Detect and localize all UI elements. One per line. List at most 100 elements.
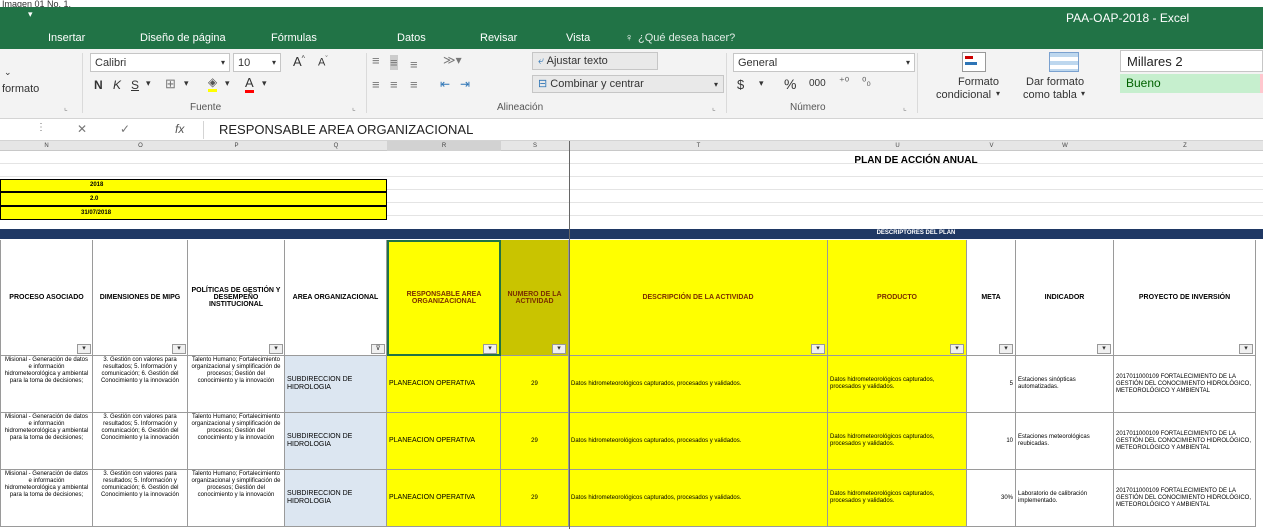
dropdown-icon[interactable]: ⌄ xyxy=(4,67,12,78)
column-header-s[interactable]: S xyxy=(501,141,569,151)
increase-decimal-icon[interactable]: ⁺⁰ xyxy=(839,75,849,88)
italic-button[interactable]: K xyxy=(113,78,121,92)
function-icon[interactable]: fx xyxy=(175,122,184,136)
cell-meta[interactable]: 5 xyxy=(967,356,1016,413)
cell-responsable[interactable]: PLANEACION OPERATIVA xyxy=(387,470,501,527)
chevron-down-icon[interactable]: ▾ xyxy=(225,78,230,89)
header-responsable[interactable]: RESPONSABLE AREA ORGANIZACIONAL xyxy=(387,240,501,356)
cell-proceso[interactable]: Misional - Generación de datos e informa… xyxy=(0,356,93,413)
filter-dropdown-icon[interactable]: ▾ xyxy=(552,344,566,354)
filter-dropdown-icon[interactable]: ▾ xyxy=(1239,344,1253,354)
conditional-format-label[interactable]: condicional xyxy=(936,89,991,101)
cell-numero[interactable]: 29 xyxy=(501,470,569,527)
wrap-text-button[interactable]: ⤶ Ajustar texto xyxy=(532,52,658,70)
filter-dropdown-icon[interactable]: ▾ xyxy=(811,344,825,354)
formula-input[interactable]: RESPONSABLE AREA ORGANIZACIONAL xyxy=(219,122,473,137)
increase-font-icon[interactable]: A^ xyxy=(293,54,305,69)
font-size-select[interactable]: 10 ▾ xyxy=(233,53,281,72)
quick-access-dropdown-icon[interactable]: ▾ xyxy=(28,9,33,20)
cell-area[interactable]: SUBDIRECCION DE HIDROLOGIA xyxy=(285,413,387,470)
enter-icon[interactable]: ✓ xyxy=(120,122,130,136)
number-format-select[interactable]: General ▾ xyxy=(733,53,915,72)
cell-producto[interactable]: Datos hidrometeorológicos capturados, pr… xyxy=(828,470,967,527)
cell-numero[interactable]: 29 xyxy=(501,413,569,470)
align-center-icon[interactable]: ≡ xyxy=(390,77,398,92)
chevron-down-icon[interactable]: ▾ xyxy=(1081,89,1085,98)
year-cell[interactable]: 2018 xyxy=(0,179,387,192)
tab-vista[interactable]: Vista xyxy=(566,32,590,44)
underline-button[interactable]: S xyxy=(131,78,139,92)
column-header-t[interactable]: T xyxy=(569,141,828,151)
worksheet-grid[interactable]: PLAN DE ACCIÓN ANUAL 2018 2.0 31/07/2018… xyxy=(0,151,1263,529)
chevron-down-icon[interactable]: ▾ xyxy=(184,78,189,89)
cell-indicador[interactable]: Laboratorio de calibración implementado. xyxy=(1016,470,1114,527)
tab-datos[interactable]: Datos xyxy=(397,32,426,44)
cell-politicas[interactable]: Talento Humano; Fortalecimiento organiza… xyxy=(188,470,285,527)
tab-revisar[interactable]: Revisar xyxy=(480,32,517,44)
column-header-n[interactable]: N xyxy=(0,141,93,151)
font-name-select[interactable]: Calibri ▾ xyxy=(90,53,230,72)
align-left-icon[interactable]: ≡ xyxy=(372,77,380,92)
table-format-label[interactable]: como tabla xyxy=(1023,89,1077,101)
filter-dropdown-icon[interactable]: ▾ xyxy=(483,344,497,354)
filter-dropdown-icon[interactable]: ▾ xyxy=(172,344,186,354)
column-header-q[interactable]: Q xyxy=(285,141,387,151)
decrease-indent-icon[interactable]: ⇤ xyxy=(440,77,450,91)
conditional-format-button[interactable]: Formato xyxy=(958,76,999,88)
column-header-u[interactable]: U xyxy=(828,141,967,151)
cell-indicador[interactable]: Estaciones meteorológicas reubicadas. xyxy=(1016,413,1114,470)
column-header-p[interactable]: P xyxy=(188,141,285,151)
filter-dropdown-icon[interactable]: ▾ xyxy=(269,344,283,354)
cell-proceso[interactable]: Misional - Generación de datos e informa… xyxy=(0,470,93,527)
filter-active-icon[interactable]: ⊽ xyxy=(371,344,385,354)
cell-responsable[interactable]: PLANEACION OPERATIVA xyxy=(387,413,501,470)
dialog-launcher-icon[interactable]: ⌞ xyxy=(712,103,716,112)
cell-meta[interactable]: 10 xyxy=(967,413,1016,470)
orientation-icon[interactable]: ≫▾ xyxy=(443,53,462,67)
style-bueno[interactable]: Bueno xyxy=(1120,74,1260,93)
align-top-icon[interactable]: ≡ xyxy=(372,53,380,68)
cell-proceso[interactable]: Misional - Generación de datos e informa… xyxy=(0,413,93,470)
tab-insertar[interactable]: Insertar xyxy=(48,32,85,44)
chevron-down-icon[interactable]: ▾ xyxy=(996,89,1000,98)
tell-me-search[interactable]: ¿Qué desea hacer? xyxy=(638,32,735,44)
chevron-down-icon[interactable]: ▾ xyxy=(146,78,151,89)
decrease-font-icon[interactable]: Aˇ xyxy=(318,56,328,69)
cell-descripcion[interactable]: Datos hidrometeorológicos capturados, pr… xyxy=(569,356,828,413)
cell-proyecto[interactable]: 2017011000109 FORTALECIMIENTO DE LA GEST… xyxy=(1114,470,1256,527)
percent-button[interactable]: % xyxy=(784,76,796,92)
date-cell[interactable]: 31/07/2018 xyxy=(0,206,387,220)
bold-button[interactable]: N xyxy=(94,78,103,92)
tab-diseno-pagina[interactable]: Diseño de página xyxy=(140,32,226,44)
cell-dimensiones[interactable]: 3. Gestión con valores para resultados; … xyxy=(93,356,188,413)
filter-dropdown-icon[interactable]: ▾ xyxy=(1097,344,1111,354)
align-middle-icon[interactable]: ≡ xyxy=(390,55,398,70)
align-right-icon[interactable]: ≡ xyxy=(410,77,418,92)
dialog-launcher-icon[interactable]: ⌞ xyxy=(352,103,356,112)
merge-center-button[interactable]: ⊟ Combinar y centrar ▾ xyxy=(532,75,724,93)
column-header-z[interactable]: Z xyxy=(1114,141,1256,151)
cell-dimensiones[interactable]: 3. Gestión con valores para resultados; … xyxy=(93,413,188,470)
filter-dropdown-icon[interactable]: ▾ xyxy=(77,344,91,354)
cell-responsable[interactable]: PLANEACION OPERATIVA xyxy=(387,356,501,413)
chevron-down-icon[interactable]: ▾ xyxy=(262,78,267,89)
cell-area[interactable]: SUBDIRECCION DE HIDROLOGIA xyxy=(285,470,387,527)
currency-button[interactable]: $ xyxy=(737,77,744,92)
name-box-more-icon[interactable]: ⋮ xyxy=(36,122,46,133)
font-color-icon[interactable]: A xyxy=(245,75,254,93)
cell-descripcion[interactable]: Datos hidrometeorológicos capturados, pr… xyxy=(569,413,828,470)
cell-dimensiones[interactable]: 3. Gestión con valores para resultados; … xyxy=(93,470,188,527)
chevron-down-icon[interactable]: ▾ xyxy=(759,78,764,89)
dialog-launcher-icon[interactable]: ⌞ xyxy=(64,103,68,112)
cell-descripcion[interactable]: Datos hidrometeorológicos capturados, pr… xyxy=(569,470,828,527)
cell-meta[interactable]: 30% xyxy=(967,470,1016,527)
column-header-o[interactable]: O xyxy=(93,141,188,151)
cell-area[interactable]: SUBDIRECCION DE HIDROLOGIA xyxy=(285,356,387,413)
dialog-launcher-icon[interactable]: ⌞ xyxy=(903,103,907,112)
thousands-button[interactable]: 000 xyxy=(809,78,826,89)
table-format-button[interactable]: Dar formato xyxy=(1026,76,1084,88)
borders-icon[interactable]: ⊞ xyxy=(165,76,176,92)
filter-dropdown-icon[interactable]: ▾ xyxy=(999,344,1013,354)
style-millares[interactable]: Millares 2 xyxy=(1120,50,1263,72)
cell-politicas[interactable]: Talento Humano; Fortalecimiento organiza… xyxy=(188,413,285,470)
